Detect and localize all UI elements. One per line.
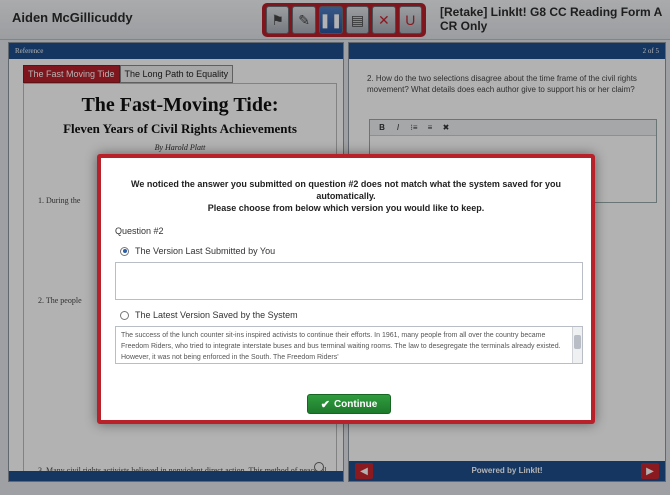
saved-version-radio[interactable] (120, 310, 129, 320)
version-conflict-dialog: We noticed the answer you submitted on q… (97, 154, 595, 424)
submitted-version-radio[interactable] (120, 246, 129, 256)
continue-button[interactable]: ✔ Continue (307, 394, 391, 414)
dialog-message-line-1: We noticed the answer you submitted on q… (131, 179, 561, 201)
option-submitted-version[interactable]: The Version Last Submitted by You (115, 246, 577, 256)
checkmark-icon: ✔ (320, 398, 330, 411)
saved-version-label: The Latest Version Saved by the System (135, 310, 298, 320)
saved-version-text: The success of the lunch counter sit-ins… (121, 332, 561, 361)
dialog-message: We noticed the answer you submitted on q… (115, 178, 577, 214)
scrollbar-thumb[interactable] (574, 335, 581, 349)
submitted-version-preview (115, 262, 583, 300)
question-number-label: Question #2 (115, 226, 164, 236)
option-saved-version[interactable]: The Latest Version Saved by the System (115, 310, 577, 320)
submitted-version-label: The Version Last Submitted by You (135, 246, 276, 256)
saved-version-preview[interactable]: The success of the lunch counter sit-ins… (115, 326, 583, 364)
preview-scrollbar[interactable] (572, 327, 582, 363)
continue-label: Continue (333, 398, 378, 410)
dialog-message-line-2: Please choose from below which version y… (207, 203, 485, 213)
